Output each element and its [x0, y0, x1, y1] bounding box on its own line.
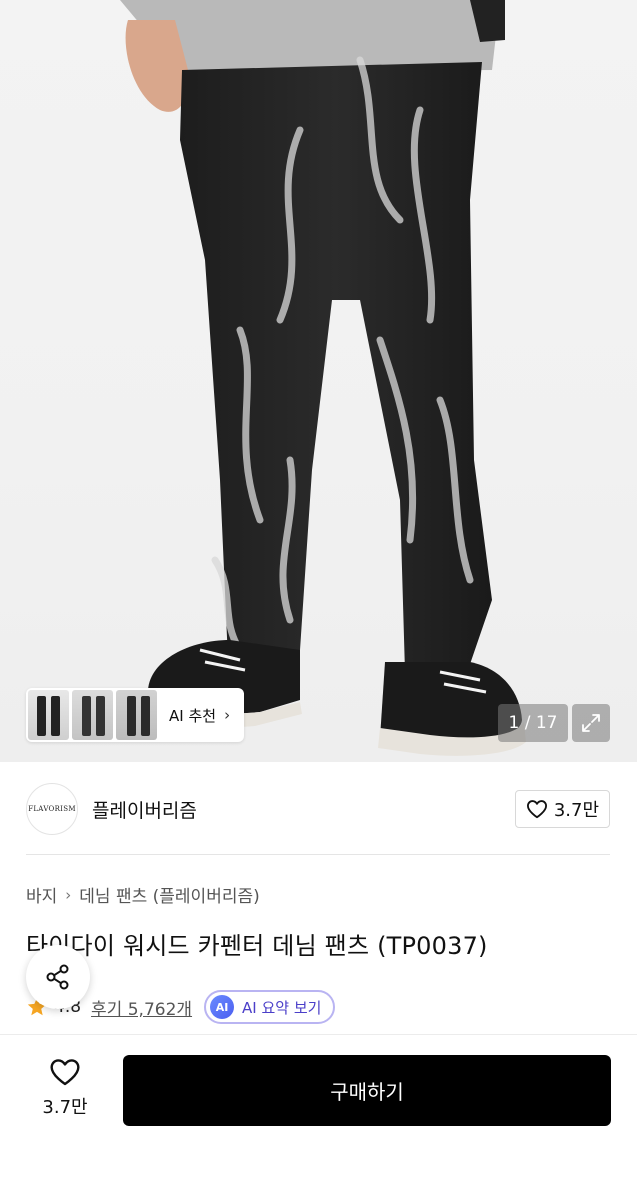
brand-like-count: 3.7만 [553, 800, 599, 821]
bottom-action-bar: 3.7만 구매하기 [0, 1034, 637, 1200]
brand-logo-text: FLAVORISM [28, 804, 76, 813]
brand-logo[interactable]: FLAVORISM [26, 783, 78, 835]
ai-summary-button[interactable]: AI AI 요약 보기 [204, 990, 336, 1024]
chevron-right-icon: › [65, 885, 72, 904]
breadcrumb-category[interactable]: 바지 [26, 882, 57, 907]
brand-like-button[interactable]: 3.7만 [514, 790, 610, 828]
thumbnail-3[interactable] [116, 690, 157, 740]
thumbnail-1[interactable] [28, 690, 69, 740]
product-page: AI 추천 › 1 / 17 FLAVORISM 플레이버리즘 3.7만 바지 … [0, 0, 637, 1200]
thumbnail-strip[interactable]: AI 추천 › [26, 688, 244, 742]
product-title: 타이다이 워시드 카펜터 데님 팬츠 (TP0037) [26, 932, 488, 960]
image-counter: 1 / 17 [498, 704, 568, 742]
like-button[interactable]: 3.7만 [26, 1057, 104, 1119]
brand-row: FLAVORISM 플레이버리즘 3.7만 [26, 782, 610, 836]
product-image-gallery[interactable]: AI 추천 › 1 / 17 [0, 0, 637, 762]
ai-summary-label: AI 요약 보기 [242, 998, 322, 1017]
ai-badge-icon: AI [210, 995, 235, 1019]
expand-button[interactable] [572, 704, 610, 742]
share-button[interactable] [26, 945, 90, 1009]
chevron-right-icon: › [224, 706, 231, 724]
heart-icon [50, 1059, 80, 1086]
share-icon [46, 964, 69, 990]
breadcrumb: 바지 › 데님 팬츠 (플레이버리즘) [26, 882, 260, 908]
heart-icon [526, 800, 547, 819]
thumbnail-2[interactable] [72, 690, 113, 740]
brand-name[interactable]: 플레이버리즘 [92, 796, 197, 823]
divider [26, 854, 610, 855]
breadcrumb-subcategory[interactable]: 데님 팬츠 (플레이버리즘) [79, 882, 259, 907]
ai-recommend-button[interactable]: AI 추천 › [169, 705, 230, 726]
like-count: 3.7만 [42, 1097, 88, 1118]
product-photo [120, 0, 526, 756]
expand-icon [582, 714, 600, 732]
reviews-link[interactable]: 후기 5,762개 [91, 995, 192, 1020]
ai-recommend-label: AI 추천 [169, 706, 217, 725]
buy-button[interactable]: 구매하기 [123, 1055, 611, 1126]
